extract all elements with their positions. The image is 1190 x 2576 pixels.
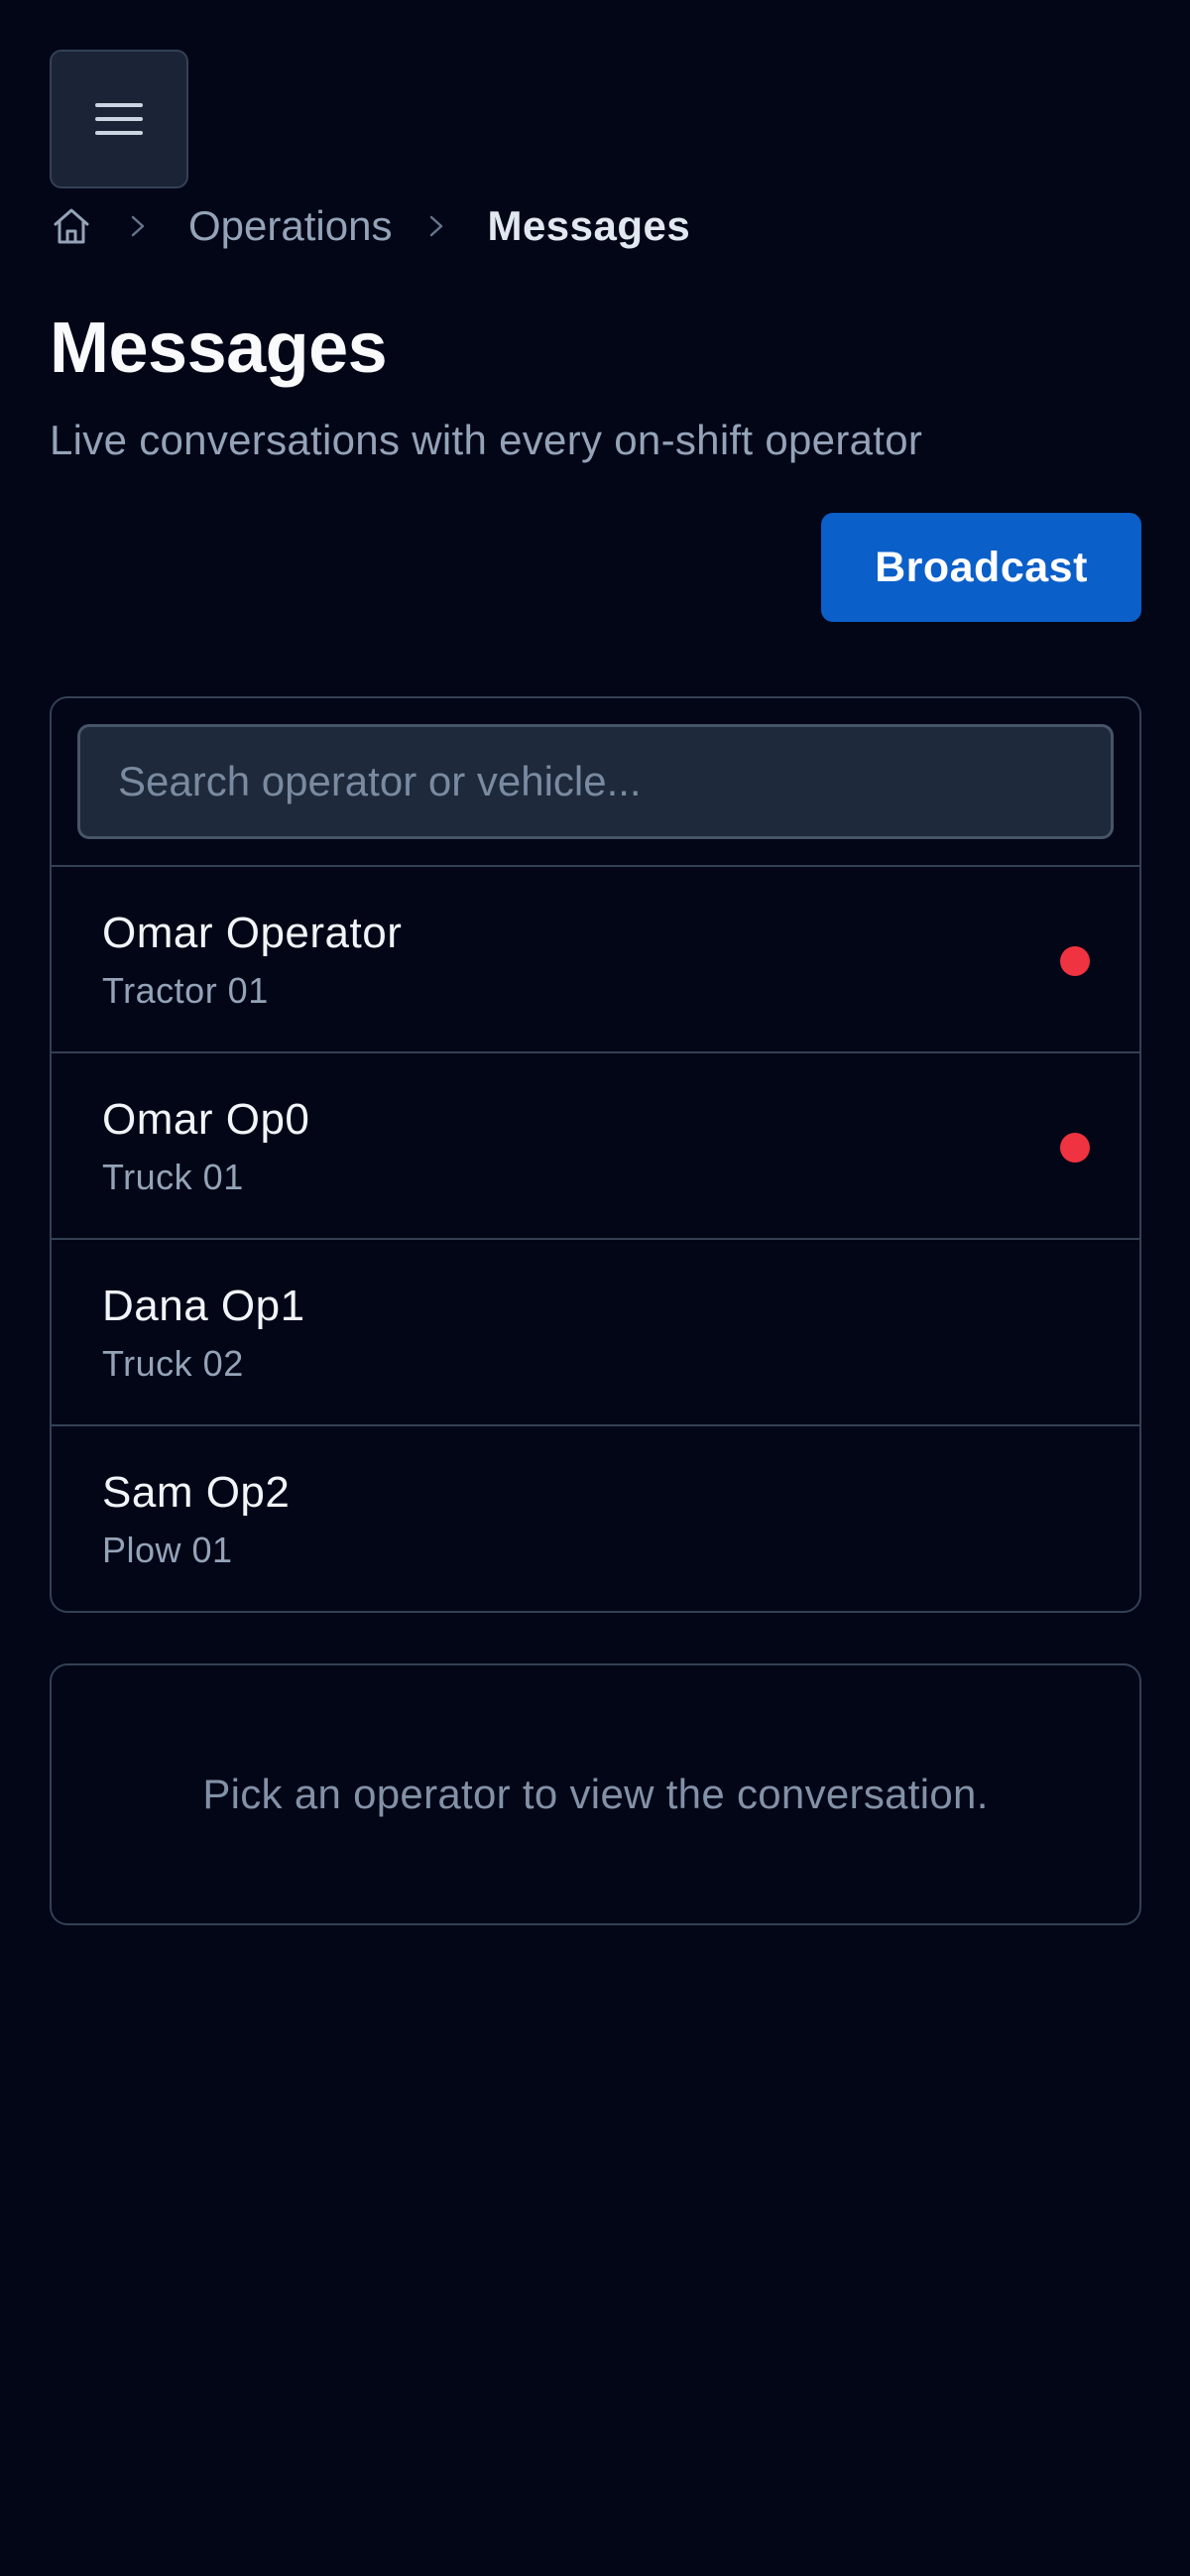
operator-row-omar-operator[interactable]: Omar Operator Tractor 01 bbox=[52, 867, 1139, 1053]
operator-list-panel: Omar Operator Tractor 01 Omar Op0 Truck … bbox=[50, 696, 1141, 1613]
operator-vehicle: Plow 01 bbox=[102, 1530, 233, 1570]
breadcrumb: Operations Messages bbox=[50, 198, 690, 254]
operator-vehicle: Tractor 01 bbox=[102, 970, 269, 1011]
operator-vehicle: Truck 02 bbox=[102, 1343, 244, 1384]
messages-page: Operations Messages Messages Live conver… bbox=[0, 0, 1190, 2576]
hamburger-menu-icon bbox=[95, 103, 143, 135]
search-container bbox=[52, 698, 1139, 867]
unread-indicator bbox=[1060, 1133, 1090, 1163]
operator-name: Dana Op1 bbox=[102, 1282, 305, 1330]
chevron-right-icon bbox=[421, 211, 451, 241]
broadcast-button[interactable]: Broadcast bbox=[821, 513, 1141, 622]
breadcrumb-current: Messages bbox=[487, 202, 691, 249]
conversation-panel: Pick an operator to view the conversatio… bbox=[50, 1663, 1141, 1925]
operator-name: Omar Operator bbox=[102, 909, 403, 957]
page-title: Messages bbox=[50, 308, 388, 388]
unread-indicator bbox=[1060, 946, 1090, 976]
operator-row-omar-op0[interactable]: Omar Op0 Truck 01 bbox=[52, 1053, 1139, 1240]
conversation-empty-state: Pick an operator to view the conversatio… bbox=[202, 1771, 989, 1817]
breadcrumb-operations-link[interactable]: Operations bbox=[188, 202, 392, 250]
menu-button[interactable] bbox=[50, 50, 188, 188]
chevron-right-icon bbox=[123, 211, 153, 241]
home-icon[interactable] bbox=[50, 204, 93, 248]
operator-row-dana-op1[interactable]: Dana Op1 Truck 02 bbox=[52, 1240, 1139, 1426]
search-input[interactable] bbox=[77, 724, 1114, 839]
page-subtitle: Live conversations with every on-shift o… bbox=[50, 417, 923, 463]
operator-name: Omar Op0 bbox=[102, 1095, 310, 1144]
operator-vehicle: Truck 01 bbox=[102, 1157, 244, 1197]
operator-name: Sam Op2 bbox=[102, 1468, 291, 1517]
operator-row-sam-op2[interactable]: Sam Op2 Plow 01 bbox=[52, 1426, 1139, 1611]
